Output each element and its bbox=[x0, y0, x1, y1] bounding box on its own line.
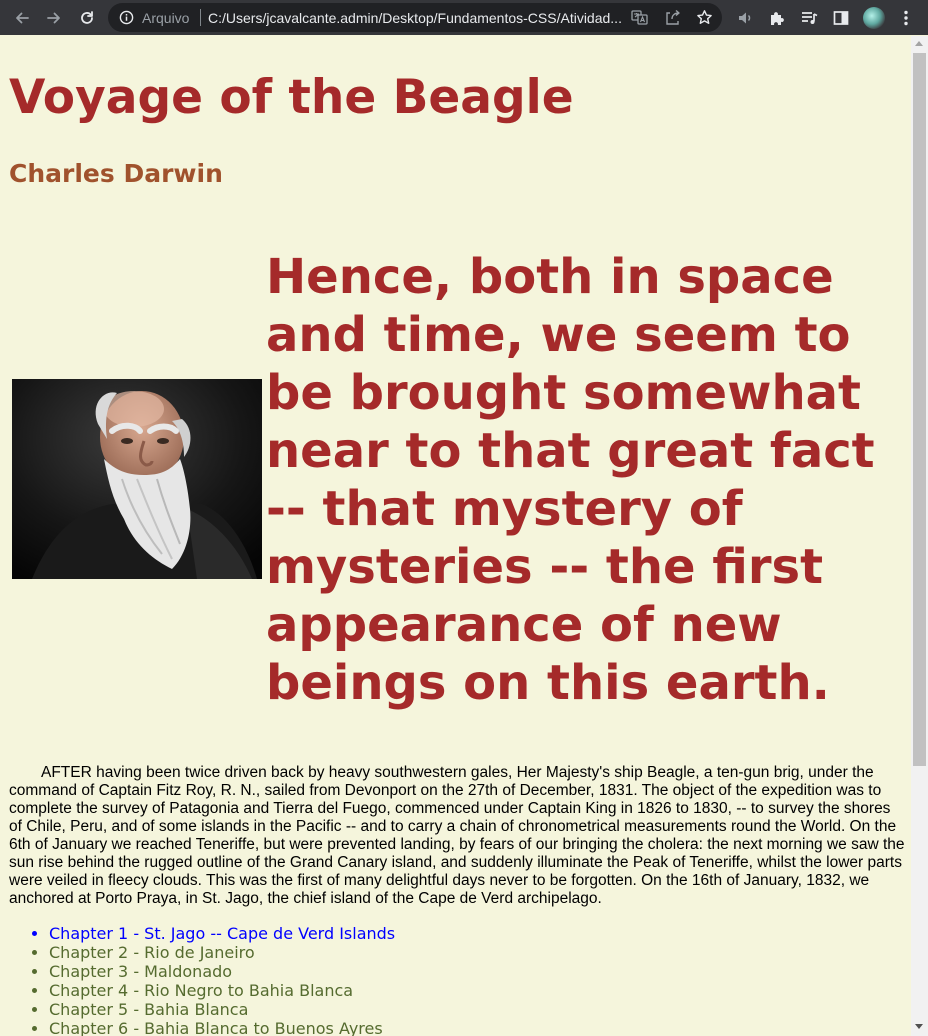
info-icon[interactable] bbox=[119, 10, 134, 25]
bookmark-star-icon[interactable] bbox=[695, 8, 714, 27]
translate-icon[interactable] bbox=[630, 8, 649, 27]
page-author: Charles Darwin bbox=[9, 159, 223, 188]
share-icon[interactable] bbox=[663, 8, 682, 27]
chapter-link[interactable]: Chapter 6 - Bahia Blanca to Buenos Ayres bbox=[49, 1019, 395, 1036]
address-scheme-label: Arquivo bbox=[142, 10, 190, 26]
browser-menu-button[interactable] bbox=[893, 5, 919, 31]
chapter-link[interactable]: Chapter 3 - Maldonado bbox=[49, 962, 395, 981]
page-title: Voyage of the Beagle bbox=[9, 70, 574, 125]
media-control-button[interactable] bbox=[732, 5, 758, 31]
queue-music-icon bbox=[802, 12, 818, 24]
kebab-menu-icon bbox=[904, 10, 908, 26]
forward-button[interactable] bbox=[41, 5, 67, 31]
scroll-down-arrow-icon[interactable] bbox=[915, 1024, 923, 1029]
address-url[interactable]: C:/Users/jcavalcante.admin/Desktop/Funda… bbox=[208, 10, 626, 26]
darwin-quote: Hence, both in space and time, we seem t… bbox=[266, 249, 875, 711]
arrow-left-icon bbox=[16, 12, 29, 24]
address-separator bbox=[200, 9, 201, 26]
reading-list-button[interactable] bbox=[796, 5, 822, 31]
side-panel-icon bbox=[833, 11, 849, 25]
arrow-right-icon bbox=[47, 12, 60, 24]
vertical-scrollbar[interactable] bbox=[911, 36, 928, 1036]
chapter-link[interactable]: Chapter 4 - Rio Negro to Bahia Blanca bbox=[49, 981, 395, 1000]
scrollbar-thumb[interactable] bbox=[913, 53, 926, 766]
intro-paragraph: AFTER having been twice driven back by h… bbox=[9, 764, 905, 907]
browser-toolbar: Arquivo C:/Users/jcavalcante.admin/Deskt… bbox=[0, 0, 928, 35]
extensions-button[interactable] bbox=[764, 5, 790, 31]
scroll-up-arrow-icon[interactable] bbox=[915, 41, 923, 46]
page-viewport: Voyage of the Beagle Charles Darwin Henc… bbox=[0, 36, 911, 1036]
chapter-link[interactable]: Chapter 5 - Bahia Blanca bbox=[49, 1000, 395, 1019]
side-panel-button[interactable] bbox=[828, 5, 854, 31]
address-bar[interactable]: Arquivo C:/Users/jcavalcante.admin/Deskt… bbox=[108, 3, 722, 32]
speaker-icon bbox=[739, 12, 751, 24]
reload-icon bbox=[81, 11, 93, 24]
darwin-portrait-image bbox=[12, 379, 262, 579]
chapter-list: Chapter 1 - St. Jago -- Cape de Verd Isl… bbox=[0, 924, 395, 1036]
reload-button[interactable] bbox=[74, 5, 100, 31]
profile-avatar[interactable] bbox=[863, 7, 885, 29]
chapter-link[interactable]: Chapter 2 - Rio de Janeiro bbox=[49, 943, 395, 962]
puzzle-piece-icon bbox=[771, 12, 784, 25]
chapter-link[interactable]: Chapter 1 - St. Jago -- Cape de Verd Isl… bbox=[49, 924, 395, 943]
back-button[interactable] bbox=[9, 5, 35, 31]
